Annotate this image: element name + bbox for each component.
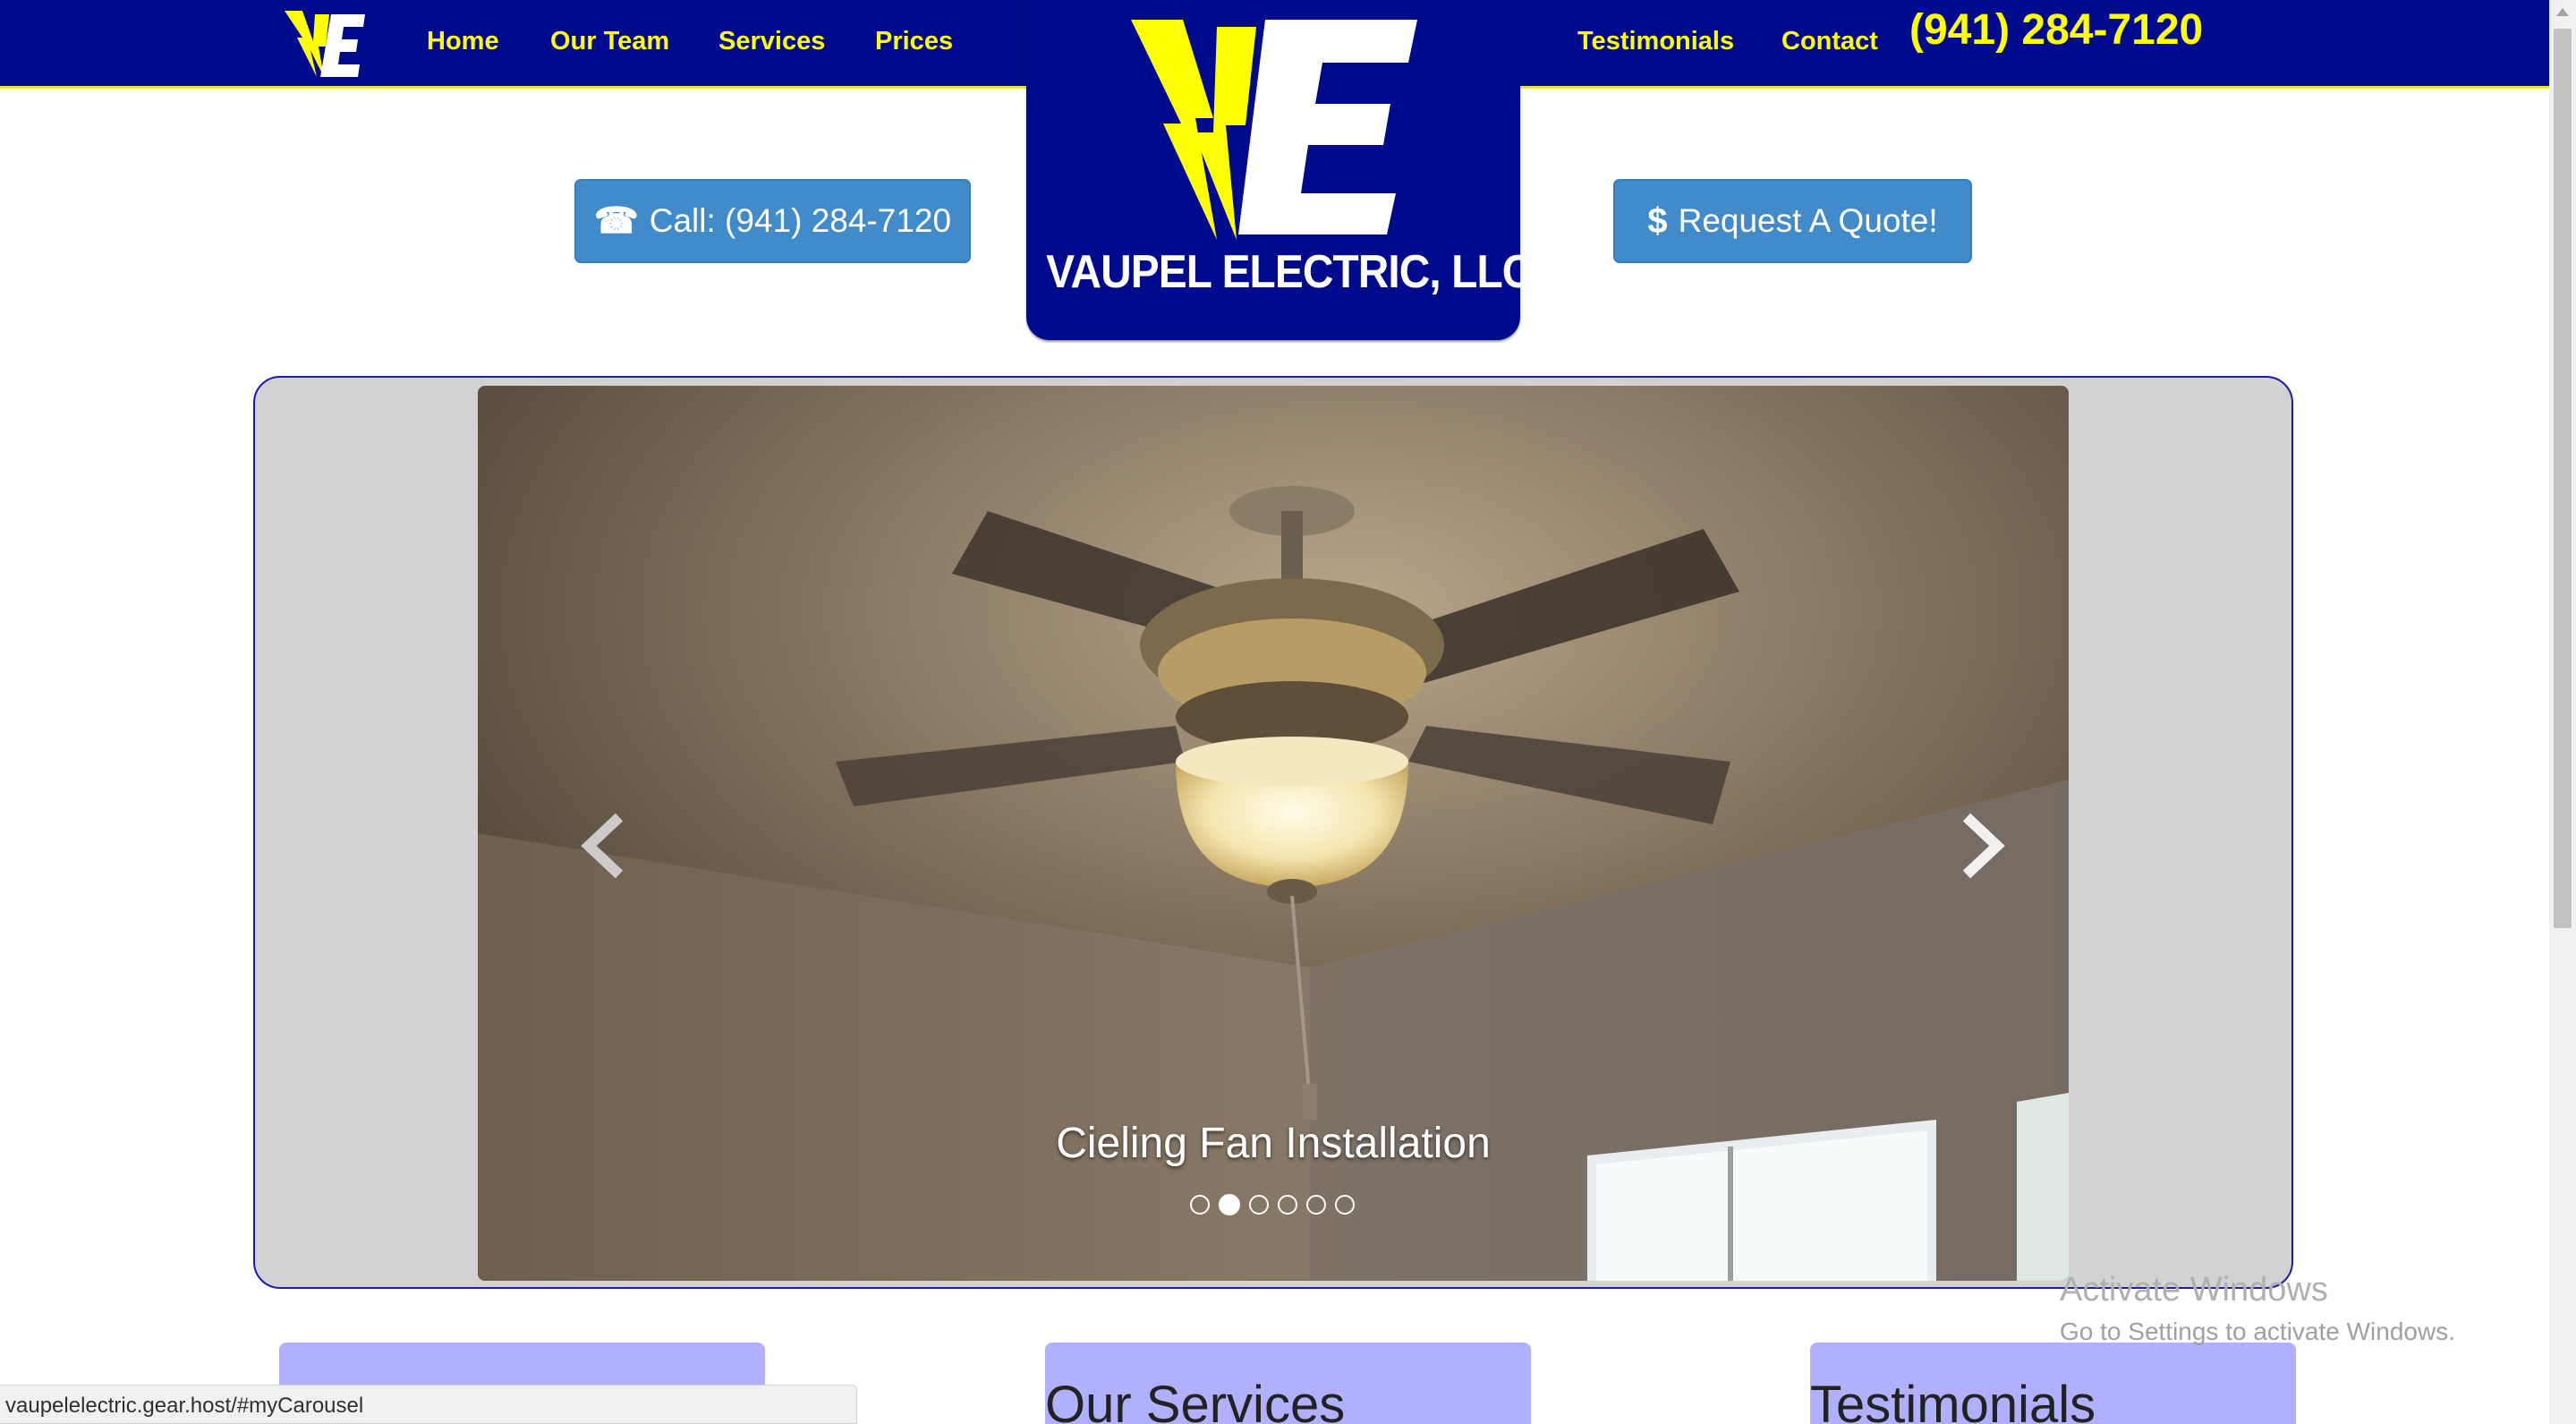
nav-link-our-team[interactable]: Our Team	[550, 27, 669, 56]
carousel-indicator[interactable]	[1306, 1195, 1326, 1215]
section-card-testimonials: Testimonials	[1810, 1343, 2296, 1424]
nav-link-home[interactable]: Home	[427, 27, 499, 56]
dollar-icon: $	[1647, 200, 1668, 241]
request-quote-button[interactable]: $ Request A Quote!	[1613, 179, 1972, 263]
carousel-next-chevron-right-icon[interactable]	[1951, 810, 2013, 882]
carousel-prev-chevron-left-icon[interactable]	[573, 810, 635, 882]
scrollbar-thumb[interactable]	[2554, 29, 2572, 928]
nav-link-services[interactable]: Services	[718, 27, 825, 56]
call-button[interactable]: ☎ Call: (941) 284-7120	[574, 179, 971, 263]
section-title-our-services: Our Services	[1045, 1376, 1346, 1424]
carousel-indicator[interactable]	[1278, 1195, 1297, 1215]
request-quote-label: Request A Quote!	[1678, 202, 1938, 239]
activate-windows-watermark-subtitle: Go to Settings to activate Windows.	[2060, 1317, 2455, 1345]
nav-link-prices[interactable]: Prices	[875, 27, 953, 56]
nav-link-testimonials[interactable]: Testimonials	[1577, 27, 1734, 56]
site-logo-icon[interactable]	[285, 11, 365, 77]
section-title-testimonials: Testimonials	[1810, 1376, 2096, 1424]
carousel-indicator-active[interactable]	[1219, 1194, 1240, 1215]
scroll-up-arrow-icon[interactable]	[2549, 0, 2576, 27]
carousel-indicator[interactable]	[1190, 1195, 1210, 1215]
company-name: VAUPEL ELECTRIC, LLC	[1046, 246, 1533, 298]
call-button-label: Call: (941) 284-7120	[649, 202, 952, 239]
logo-badge[interactable]: VAUPEL ELECTRIC, LLC	[1026, 0, 1533, 340]
browser-status-url: vaupelelectric.gear.host/#myCarousel	[0, 1385, 857, 1424]
nav-phone-number[interactable]: (941) 284-7120	[1909, 5, 2203, 55]
carousel-caption: Cieling Fan Installation	[1056, 1120, 1491, 1167]
phone-icon: ☎	[593, 201, 639, 241]
carousel-indicator[interactable]	[1249, 1195, 1269, 1215]
activate-windows-watermark-title: Activate Windows	[2060, 1271, 2328, 1309]
carousel-indicator[interactable]	[1335, 1195, 1355, 1215]
ve-lightning-logo-icon	[1131, 20, 1417, 240]
section-card-our-services: Our Services	[1045, 1343, 1531, 1424]
nav-link-contact[interactable]: Contact	[1781, 27, 1878, 56]
carousel-indicators	[1190, 1194, 1355, 1215]
